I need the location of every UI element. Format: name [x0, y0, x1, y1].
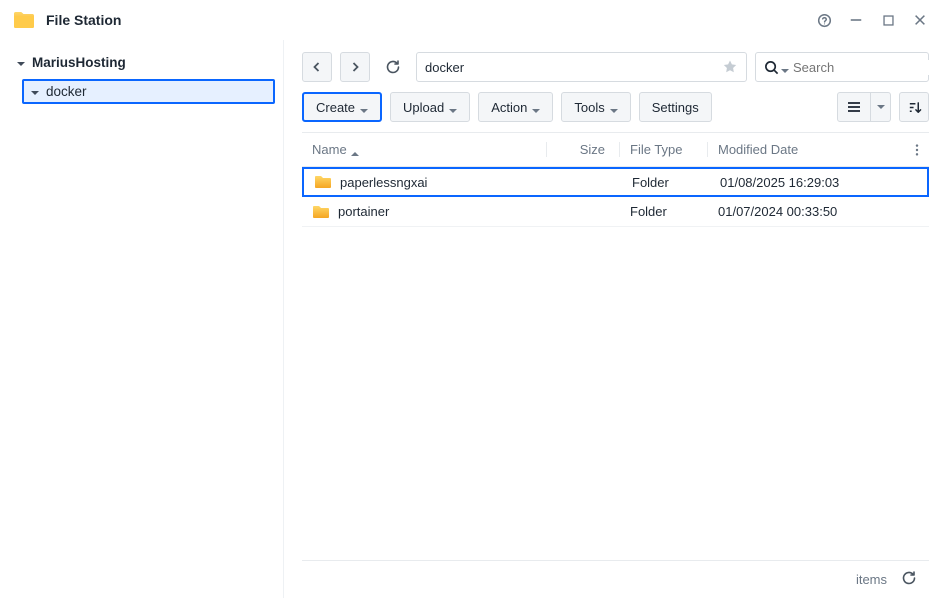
- sort-ascending-icon: [351, 146, 359, 154]
- settings-button-label: Settings: [652, 100, 699, 115]
- footer: items: [302, 560, 929, 598]
- create-button[interactable]: Create: [302, 92, 382, 122]
- toolbar-nav: [302, 52, 929, 82]
- col-name-label: Name: [312, 142, 347, 157]
- items-label: items: [856, 572, 887, 587]
- view-dropdown-button[interactable]: [871, 92, 891, 122]
- action-button[interactable]: Action: [478, 92, 553, 122]
- file-name: paperlessngxai: [340, 175, 427, 190]
- path-input-wrap[interactable]: [416, 52, 747, 82]
- sort-button[interactable]: [899, 92, 929, 122]
- folder-icon: [314, 174, 332, 190]
- file-name: portainer: [338, 204, 389, 219]
- file-type: Folder: [630, 204, 667, 219]
- caret-icon: [16, 57, 28, 69]
- caret-icon: [30, 86, 42, 98]
- chevron-down-icon: [360, 103, 368, 111]
- col-size-label: Size: [580, 142, 605, 157]
- forward-button[interactable]: [340, 52, 370, 82]
- col-type-label: File Type: [630, 142, 683, 157]
- table-row[interactable]: paperlessngxai Folder 01/08/2025 16:29:0…: [302, 167, 929, 197]
- chevron-down-icon: [449, 103, 457, 111]
- tree-root[interactable]: MariusHosting: [8, 50, 275, 75]
- back-button[interactable]: [302, 52, 332, 82]
- footer-refresh-icon[interactable]: [901, 570, 917, 589]
- app-icon: [12, 8, 36, 32]
- close-icon[interactable]: [911, 11, 929, 29]
- table-header: Name Size File Type Modified Date: [302, 133, 929, 167]
- tools-button[interactable]: Tools: [561, 92, 630, 122]
- chevron-down-icon: [532, 103, 540, 111]
- file-modified: 01/07/2024 00:33:50: [718, 204, 837, 219]
- tree-item-label: docker: [46, 84, 87, 99]
- view-mode-group: [837, 92, 891, 122]
- col-name[interactable]: Name: [302, 142, 547, 157]
- app-title: File Station: [46, 12, 121, 28]
- toolbar-actions: Create Upload Action Tools Settings: [302, 92, 929, 122]
- tree-root-label: MariusHosting: [32, 55, 126, 70]
- col-modified-label: Modified Date: [718, 142, 798, 157]
- refresh-button[interactable]: [378, 52, 408, 82]
- col-modified[interactable]: Modified Date: [708, 142, 905, 157]
- help-icon[interactable]: [815, 11, 833, 29]
- tools-button-label: Tools: [574, 100, 604, 115]
- tree-item-docker[interactable]: docker: [22, 79, 275, 104]
- maximize-icon[interactable]: [879, 11, 897, 29]
- search-wrap[interactable]: [755, 52, 929, 82]
- create-button-label: Create: [316, 100, 355, 115]
- path-input[interactable]: [425, 60, 722, 75]
- chevron-down-icon[interactable]: [781, 63, 789, 71]
- folder-icon: [312, 204, 330, 220]
- col-type[interactable]: File Type: [620, 142, 708, 157]
- column-menu-icon[interactable]: [905, 143, 929, 157]
- upload-button[interactable]: Upload: [390, 92, 470, 122]
- sidebar: MariusHosting docker: [0, 40, 284, 598]
- search-input[interactable]: [793, 60, 941, 75]
- col-size[interactable]: Size: [547, 142, 620, 157]
- list-view-button[interactable]: [837, 92, 871, 122]
- table-row[interactable]: portainer Folder 01/07/2024 00:33:50: [302, 197, 929, 227]
- minimize-icon[interactable]: [847, 11, 865, 29]
- star-icon[interactable]: [722, 59, 738, 75]
- content: Create Upload Action Tools Settings: [284, 40, 941, 598]
- file-modified: 01/08/2025 16:29:03: [720, 175, 839, 190]
- upload-button-label: Upload: [403, 100, 444, 115]
- settings-button[interactable]: Settings: [639, 92, 712, 122]
- action-button-label: Action: [491, 100, 527, 115]
- main: MariusHosting docker: [0, 40, 941, 598]
- search-icon: [764, 60, 779, 75]
- file-type: Folder: [632, 175, 669, 190]
- file-table: Name Size File Type Modified Date: [302, 132, 929, 560]
- titlebar: File Station: [0, 0, 941, 40]
- chevron-down-icon: [610, 103, 618, 111]
